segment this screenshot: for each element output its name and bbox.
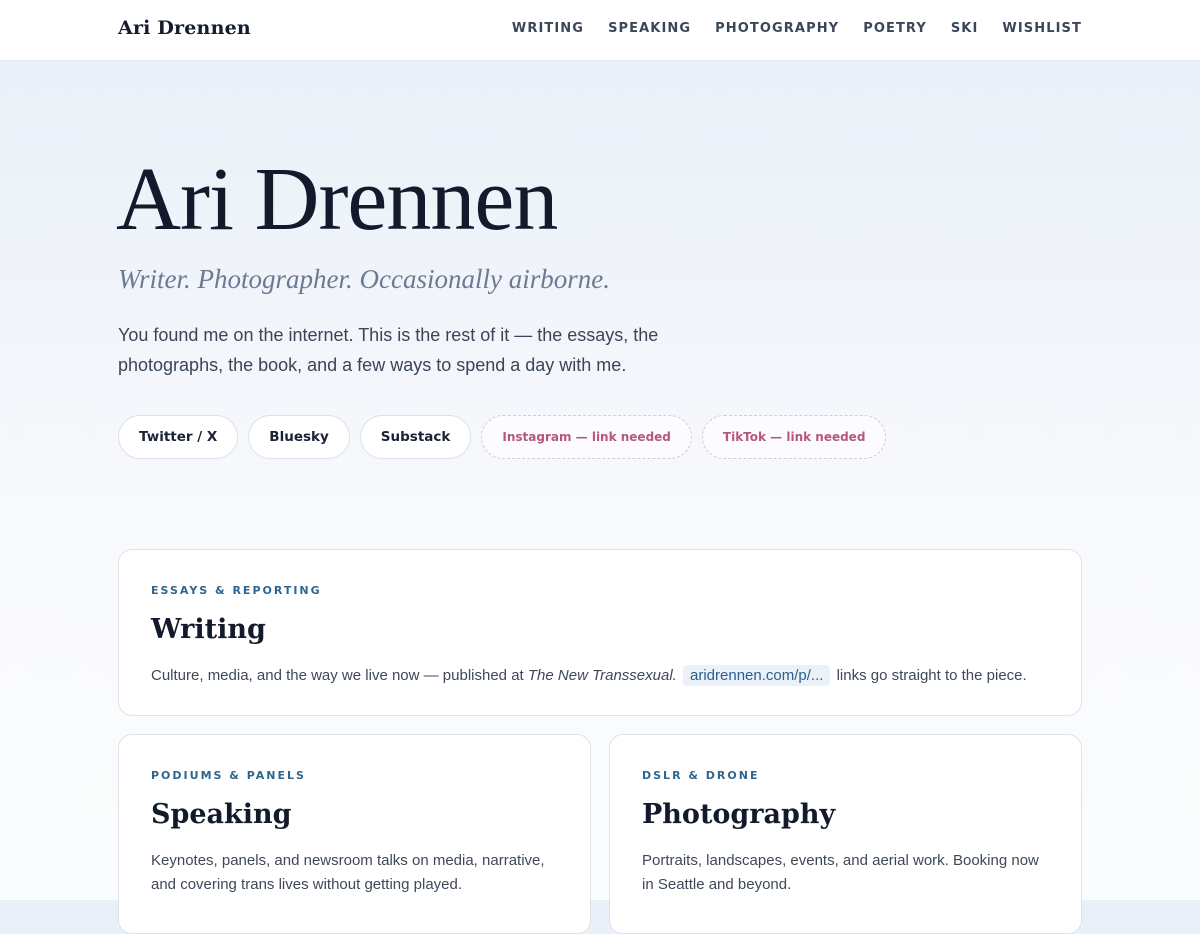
writing-title: Writing [151, 614, 266, 645]
nav-link-wishlist[interactable]: WISHLIST [1002, 21, 1082, 36]
speaking-card[interactable]: PODIUMS & PANELS Speaking Keynotes, pane… [118, 734, 591, 934]
nav-link-writing[interactable]: WRITING [512, 21, 584, 36]
social-links: Twitter / X Bluesky Substack Instagram —… [118, 415, 887, 459]
social-instagram-placeholder[interactable]: Instagram — link needed [481, 415, 692, 459]
nav-link-ski[interactable]: SKI [951, 21, 979, 36]
social-tiktok-placeholder[interactable]: TikTok — link needed [701, 415, 887, 459]
main-nav: WRITING SPEAKING PHOTOGRAPHY POETRY SKI … [512, 21, 1082, 36]
photography-title: Photography [642, 799, 836, 830]
hero-title: Ari Drennen [116, 150, 558, 249]
social-bluesky-button[interactable]: Bluesky [248, 415, 350, 459]
site-brand[interactable]: Ari Drennen [118, 17, 251, 39]
nav-link-speaking[interactable]: SPEAKING [608, 21, 691, 36]
nav-link-photography[interactable]: PHOTOGRAPHY [715, 21, 839, 36]
top-navigation-bar: Ari Drennen WRITING SPEAKING PHOTOGRAPHY… [0, 0, 1200, 61]
speaking-description: Keynotes, panels, and newsroom talks on … [151, 852, 545, 893]
writing-body-pre: Culture, media, and the way we live now … [151, 667, 528, 684]
writing-card[interactable]: ESSAYS & REPORTING Writing Culture, medi… [118, 549, 1082, 716]
hero-intro: You found me on the internet. This is th… [118, 325, 659, 375]
social-twitter-button[interactable]: Twitter / X [118, 415, 239, 459]
writing-eyebrow: ESSAYS & REPORTING [151, 584, 322, 597]
speaking-eyebrow: PODIUMS & PANELS [151, 769, 306, 782]
social-substack-button[interactable]: Substack [359, 415, 472, 459]
publication-name: The New Transsexual. [527, 667, 677, 684]
photography-card[interactable]: DSLR & DRONE Photography Portraits, land… [609, 734, 1082, 934]
hero-tagline: Writer. Photographer. Occasionally airbo… [118, 264, 610, 294]
photography-eyebrow: DSLR & DRONE [642, 769, 760, 782]
nav-link-poetry[interactable]: POETRY [863, 21, 927, 36]
speaking-title: Speaking [151, 799, 292, 830]
photography-description: Portraits, landscapes, events, and aeria… [642, 852, 1039, 893]
writing-description: Culture, media, and the way we live now … [151, 664, 1053, 688]
url-pattern-chip: aridrennen.com/p/... [683, 665, 831, 686]
writing-body-post: links go straight to the piece. [832, 667, 1027, 684]
